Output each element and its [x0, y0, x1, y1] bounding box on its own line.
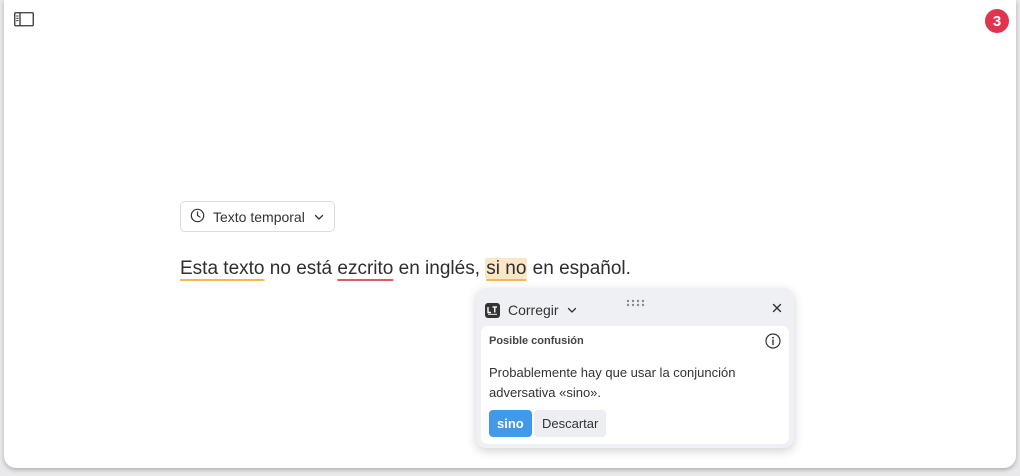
languagetool-logo-icon	[485, 302, 500, 318]
text-mode-label: Texto temporal	[213, 208, 305, 225]
issue-count-badge[interactable]: 3	[985, 9, 1009, 33]
text-segment: en español.	[527, 258, 631, 279]
correct-mode-label: Corregir	[508, 302, 559, 318]
style-issue-highlight[interactable]: Esta texto	[180, 258, 265, 279]
issue-category: Posible confusión	[489, 335, 584, 347]
close-icon[interactable]	[770, 301, 784, 315]
issue-count: 3	[992, 12, 1002, 30]
apply-suggestion-button[interactable]: sino	[489, 410, 532, 437]
text-segment: en inglés,	[393, 258, 486, 279]
chevron-down-icon	[314, 209, 324, 225]
text-mode-dropdown[interactable]: Texto temporal	[180, 201, 335, 232]
editor-window: 3 Texto temporal Esta texto no está ezcr…	[4, 0, 1016, 468]
dismiss-button[interactable]: Descartar	[534, 410, 607, 437]
clock-icon	[190, 208, 205, 226]
info-icon[interactable]	[765, 333, 781, 349]
spelling-issue-highlight[interactable]: ezcrito	[337, 258, 393, 279]
active-issue-highlight[interactable]: si no	[485, 258, 528, 279]
drag-handle-icon[interactable]	[626, 294, 646, 307]
suggestion-popup: Corregir Posible confusión Probablemente…	[476, 288, 794, 448]
issue-message: Probablemente hay que usar la conjunción…	[489, 365, 736, 400]
text-segment: no está	[264, 258, 338, 279]
correct-mode-dropdown[interactable]: Corregir	[485, 300, 577, 320]
suggestion-card: Posible confusión Probablemente hay que …	[481, 326, 789, 444]
editor-text[interactable]: Esta texto no está ezcrito en inglés, si…	[180, 258, 631, 280]
chevron-down-icon	[567, 302, 577, 318]
sidebar-toggle-icon[interactable]	[14, 12, 34, 28]
